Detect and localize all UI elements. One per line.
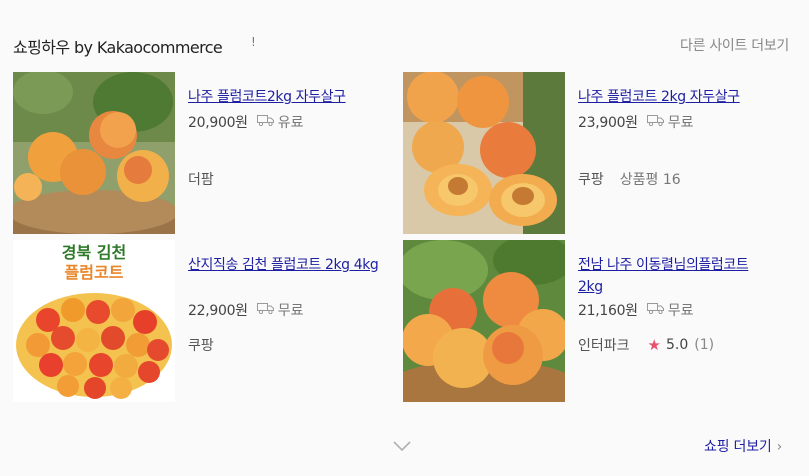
product-thumbnail[interactable] xyxy=(403,72,565,234)
shipping-status: 무료 xyxy=(667,303,694,319)
seller-row: 쿠팡 상품평 16 xyxy=(578,169,681,189)
seller-row: 인터파크 ★ 5.0 (1) xyxy=(578,335,714,355)
chevron-down-icon[interactable] xyxy=(392,437,412,456)
section-title: 쇼핑하우 by Kakaocommerce xyxy=(13,38,223,57)
image-label-top: 경북 김천 xyxy=(62,243,126,262)
product-card[interactable]: 전남 나주 이동렬님의플럼코트2kg 21,160원 무료 인터파크 ★ 5.0… xyxy=(403,240,783,404)
info-icon[interactable]: ! xyxy=(251,35,256,49)
shipping-status: 무료 xyxy=(667,115,694,131)
price-row: 20,900원 유료 xyxy=(188,112,304,132)
shopping-header: 쇼핑하우 by Kakaocommerce ! 다른 사이트 더보기 xyxy=(13,34,789,57)
seller-name: 더팜 xyxy=(188,172,214,188)
product-price: 21,160원 xyxy=(578,303,638,319)
rating-count: (1) xyxy=(694,337,715,353)
shipping-status: 무료 xyxy=(277,303,304,319)
product-thumbnail[interactable] xyxy=(403,240,565,402)
shop-more-link[interactable]: 쇼핑 더보기 › xyxy=(704,436,782,456)
shipping-status: 유료 xyxy=(277,115,304,131)
price-row: 23,900원 무료 xyxy=(578,112,694,132)
product-price: 20,900원 xyxy=(188,115,248,131)
truck-icon xyxy=(646,302,665,318)
product-card[interactable]: 나주 플럼코트2kg 자두살구 20,900원 유료 더팜 xyxy=(13,72,393,236)
more-sites-link[interactable]: 다른 사이트 더보기 xyxy=(680,35,789,55)
rating-value: 5.0 xyxy=(665,337,689,353)
seller-name: 쿠팡 xyxy=(188,338,214,354)
seller-row: 더팜 xyxy=(188,169,214,189)
price-row: 22,900원 무료 xyxy=(188,300,304,320)
price-row: 21,160원 무료 xyxy=(578,300,694,320)
star-icon: ★ xyxy=(647,336,661,354)
truck-icon xyxy=(646,114,665,130)
product-card[interactable]: 경북 김천 플럼코트 산지직송 김천 플럼코트 2kg 4kg 22,900원 … xyxy=(13,240,393,404)
product-name-link[interactable]: 산지직송 김천 플럼코트 2kg 4kg xyxy=(188,254,383,276)
product-thumbnail[interactable]: 경북 김천 플럼코트 xyxy=(13,240,175,402)
product-name-link[interactable]: 나주 플럼코트2kg 자두살구 xyxy=(188,86,383,108)
product-card[interactable]: 나주 플럼코트 2kg 자두살구 23,900원 무료 쿠팡 상품평 16 xyxy=(403,72,783,236)
product-thumbnail[interactable] xyxy=(13,72,175,234)
product-price: 23,900원 xyxy=(578,115,638,131)
shop-more-label: 쇼핑 더보기 xyxy=(703,439,772,455)
truck-icon xyxy=(256,302,275,318)
seller-row: 쿠팡 xyxy=(188,335,214,355)
seller-name: 쿠팡 xyxy=(578,172,604,188)
seller-name: 인터파크 xyxy=(578,338,630,354)
review-count[interactable]: 상품평 16 xyxy=(620,169,681,189)
product-name-link[interactable]: 나주 플럼코트 2kg 자두살구 xyxy=(578,86,773,108)
product-name-link[interactable]: 전남 나주 이동렬님의플럼코트2kg xyxy=(578,254,773,298)
truck-icon xyxy=(256,114,275,130)
image-label-bottom: 플럼코트 xyxy=(65,263,124,282)
chevron-right-icon: › xyxy=(776,439,783,455)
product-price: 22,900원 xyxy=(188,303,248,319)
